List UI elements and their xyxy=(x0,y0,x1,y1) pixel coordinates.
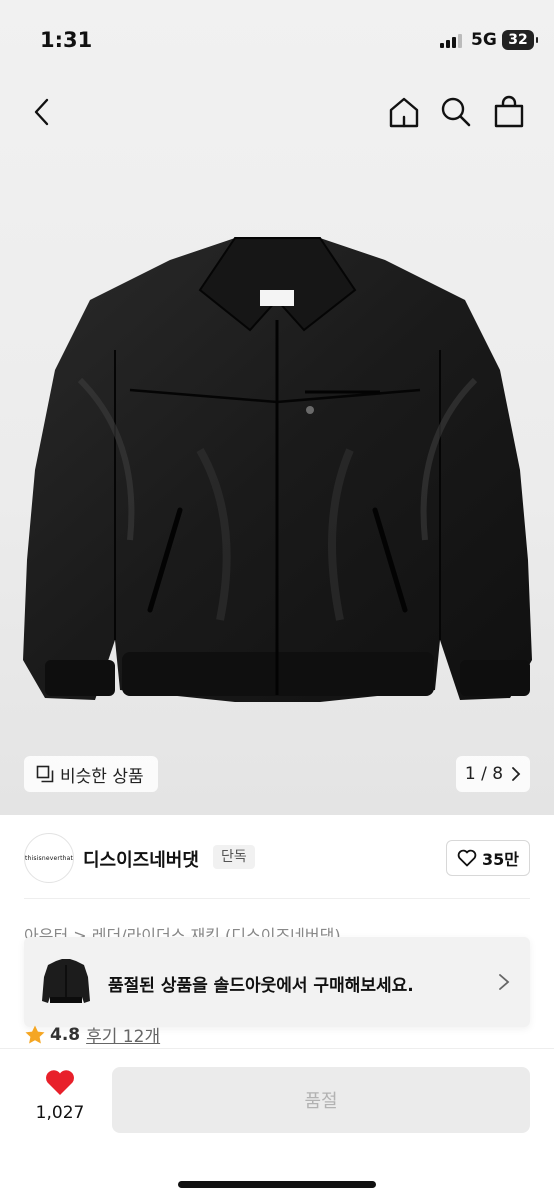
reviews-link[interactable]: 후기 12개 xyxy=(86,1022,160,1047)
soldout-button: 품절 xyxy=(112,1067,530,1133)
home-indicator xyxy=(178,1181,376,1188)
network-type: 5G xyxy=(471,30,497,50)
shopping-bag-icon xyxy=(494,95,524,128)
brand-row: thisisneverthat 디스이즈네버댓 단독 35만 xyxy=(0,830,554,886)
signal-icon xyxy=(440,34,462,48)
page-indicator-text: 1 / 8 xyxy=(464,764,504,784)
wishlist-button[interactable]: 1,027 xyxy=(34,1069,86,1123)
divider xyxy=(24,898,530,899)
similar-products-label: 비슷한 상품 xyxy=(60,766,144,787)
product-jacket-image xyxy=(23,237,532,702)
wishlist-count: 1,027 xyxy=(35,1103,85,1123)
chevron-right-icon xyxy=(499,974,510,990)
brand-like-count: 35만 xyxy=(482,850,519,869)
rating-row[interactable]: 4.8 후기 12개 xyxy=(24,1022,160,1047)
copy-icon xyxy=(36,765,54,783)
exclusive-badge: 단독 xyxy=(213,845,255,869)
status-bar: 1:31 5G 32 xyxy=(0,0,554,80)
status-time: 1:31 xyxy=(40,28,93,52)
brand-like-button[interactable]: 35만 xyxy=(446,840,530,876)
banner-jacket-thumbnail xyxy=(42,959,90,1003)
product-image-area[interactable]: 1:31 5G 32 비슷한 상품 1 / 8 xyxy=(0,0,554,815)
cart-button[interactable] xyxy=(489,92,529,132)
similar-products-button[interactable]: 비슷한 상품 xyxy=(24,756,158,792)
soldout-banner[interactable]: 품절된 상품을 솔드아웃에서 구매해보세요. xyxy=(24,937,530,1027)
battery-icon: 32 xyxy=(502,30,538,50)
chevron-right-icon xyxy=(512,767,521,781)
soldout-banner-text: 품절된 상품을 솔드아웃에서 구매해보세요. xyxy=(108,976,414,996)
heart-filled-icon xyxy=(46,1070,74,1095)
bottom-action-bar: 1,027 품절 xyxy=(0,1048,554,1201)
soldout-button-label: 품절 xyxy=(304,1091,338,1112)
home-button[interactable] xyxy=(384,92,424,132)
chevron-left-icon xyxy=(34,98,49,126)
search-button[interactable] xyxy=(436,92,476,132)
home-icon xyxy=(389,97,419,128)
back-button[interactable] xyxy=(22,92,62,132)
brand-logo[interactable]: thisisneverthat xyxy=(24,833,74,883)
search-icon xyxy=(441,97,471,127)
rating-score: 4.8 xyxy=(50,1024,81,1045)
star-icon xyxy=(25,1025,45,1043)
brand-name[interactable]: 디스이즈네버댓 xyxy=(83,846,199,872)
heart-outline-icon xyxy=(457,849,477,867)
image-page-indicator[interactable]: 1 / 8 xyxy=(456,756,530,792)
